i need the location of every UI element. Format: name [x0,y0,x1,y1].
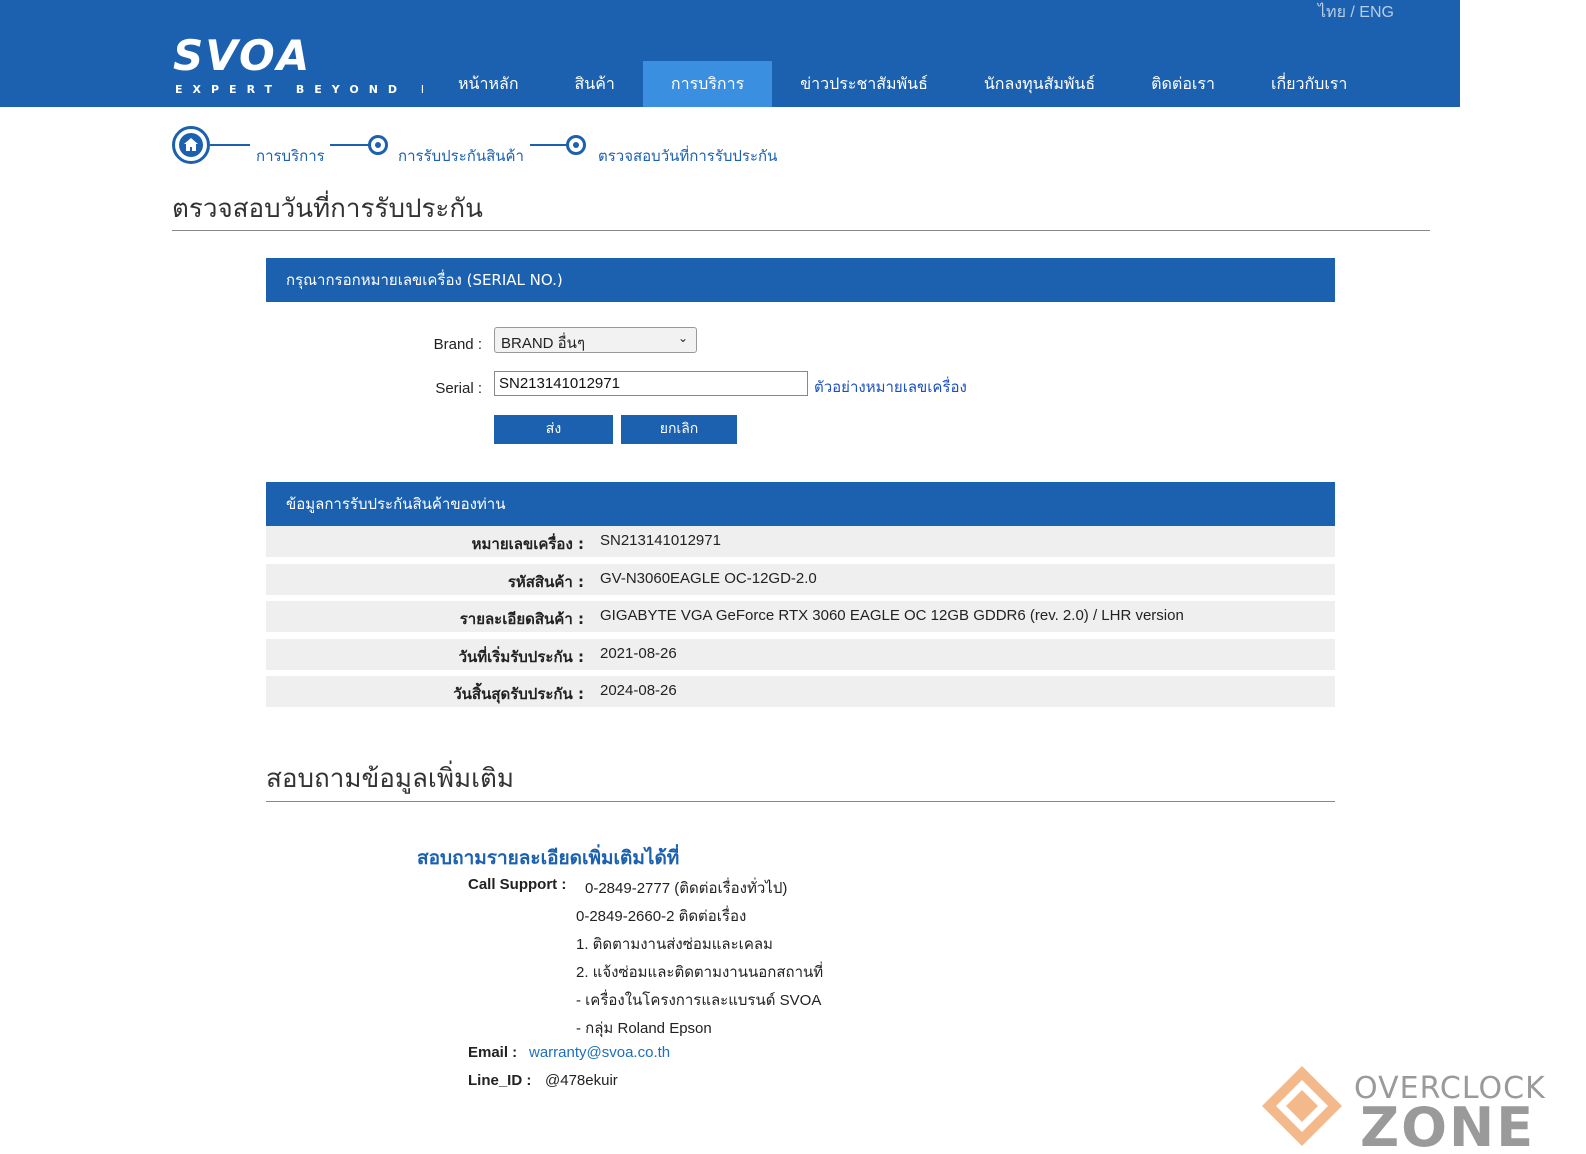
nav-about[interactable]: เกี่ยวกับเรา [1243,61,1375,107]
call-line: - เครื่องในโครงการและแบรนด์ SVOA [576,992,822,1009]
breadcrumb-connector [530,144,566,146]
breadcrumb-item-check-date[interactable]: ตรวจสอบวันที่การรับประกัน [598,144,777,168]
table-row: รายละเอียดสินค้า : GIGABYTE VGA GeForce … [266,601,1335,632]
table-row: วันที่เริ่มรับประกัน : 2021-08-26 [266,639,1335,670]
brand-label: Brand : [433,336,482,353]
contact-section-title: สอบถามข้อมูลเพิ่มเติม [266,764,515,794]
breadcrumb-item-warranty[interactable]: การรับประกันสินค้า [398,144,524,168]
brand-select[interactable]: BRAND อื่นๆ ⌄ [494,327,697,353]
breadcrumb-dot-icon [368,135,388,155]
table-row: รหัสสินค้า : GV-N3060EAGLE OC-12GD-2.0 [266,564,1335,595]
section-divider [266,801,1335,802]
cancel-button[interactable]: ยกเลิก [621,415,737,444]
line-id-label: Line_ID : [468,1072,532,1089]
row-value: GIGABYTE VGA GeForce RTX 3060 EAGLE OC 1… [600,607,1184,624]
row-label: รหัสสินค้า : [507,573,584,591]
home-icon[interactable] [172,126,210,164]
serial-sample-link[interactable]: ตัวอย่างหมายเลขเครื่อง [814,375,967,399]
row-label: หมายเลขเครื่อง : [471,535,584,553]
page-title: ตรวจสอบวันที่การรับประกัน [172,194,483,224]
nav-contact[interactable]: ติดต่อเรา [1123,61,1243,107]
table-row: วันสิ้นสุดรับประกัน : 2024-08-26 [266,676,1335,707]
chevron-down-icon: ⌄ [677,331,688,345]
submit-button[interactable]: ส่ง [494,415,613,444]
serial-input[interactable] [494,371,808,396]
brand-select-value: BRAND อื่นๆ [501,335,585,352]
call-line: - กลุ่ม Roland Epson [576,1020,712,1037]
nav-products[interactable]: สินค้า [547,61,643,107]
contact-title: สอบถามรายละเอียดเพิ่มเติมได้ที่ [417,847,680,869]
breadcrumb-item-services[interactable]: การบริการ [256,144,325,168]
language-switch[interactable]: ไทย / ENG [1318,0,1394,25]
svoa-logo[interactable]: SVOA EXPERT BEYOND IT [173,36,423,98]
breadcrumb-connector [330,144,370,146]
row-value: SN213141012971 [600,532,721,549]
call-line: 0-2849-2660-2 ติดต่อเรื่อง [576,908,747,925]
table-row: หมายเลขเครื่อง : SN213141012971 [266,526,1335,557]
nav-services[interactable]: การบริการ [642,61,773,107]
call-support-label: Call Support : [468,876,567,893]
email-label: Email : [468,1044,518,1061]
nav-news[interactable]: ข่าวประชาสัมพันธ์ [772,61,956,107]
title-divider [172,230,1430,231]
row-value: 2021-08-26 [600,645,677,662]
overclockzone-watermark: OVERCLOCK ZONE [1258,1062,1583,1154]
nav-home[interactable]: หน้าหลัก [430,61,547,107]
serial-label: Serial : [435,380,482,397]
line-id-value: @478ekuir [545,1072,618,1089]
main-nav: หน้าหลัก สินค้า การบริการ ข่าวประชาสัมพั… [430,61,1375,107]
svg-text:EXPERT BEYOND IT: EXPERT BEYOND IT [175,83,423,96]
row-label: วันที่เริ่มรับประกัน : [458,648,584,666]
svg-text:SVOA: SVOA [173,36,311,80]
breadcrumb-dot-icon [566,135,586,155]
site-header: ไทย / ENG SVOA EXPERT BEYOND IT หน้าหลัก… [0,0,1460,107]
call-line: 2. แจ้งซ่อมและติดตามงานนอกสถานที่ [576,964,824,981]
row-value: GV-N3060EAGLE OC-12GD-2.0 [600,570,817,587]
call-line: 0-2849-2777 (ติดต่อเรื่องทั่วไป) [585,880,788,897]
serial-form-header: กรุณากรอกหมายเลขเครื่อง (SERIAL NO.) [266,258,1335,302]
warranty-info-header: ข้อมูลการรับประกันสินค้าของท่าน [266,482,1335,526]
row-label: วันสิ้นสุดรับประกัน : [453,685,584,703]
row-label: รายละเอียดสินค้า : [459,610,584,628]
nav-investors[interactable]: นักลงทุนสัมพันธ์ [956,61,1123,107]
overclockzone-logo-icon [1262,1066,1342,1146]
breadcrumb-connector [210,144,250,146]
watermark-line2: ZONE [1360,1096,1535,1150]
call-line: 1. ติดตามงานส่งซ่อมและเคลม [576,936,773,953]
row-value: 2024-08-26 [600,682,677,699]
email-link[interactable]: warranty@svoa.co.th [529,1044,670,1061]
